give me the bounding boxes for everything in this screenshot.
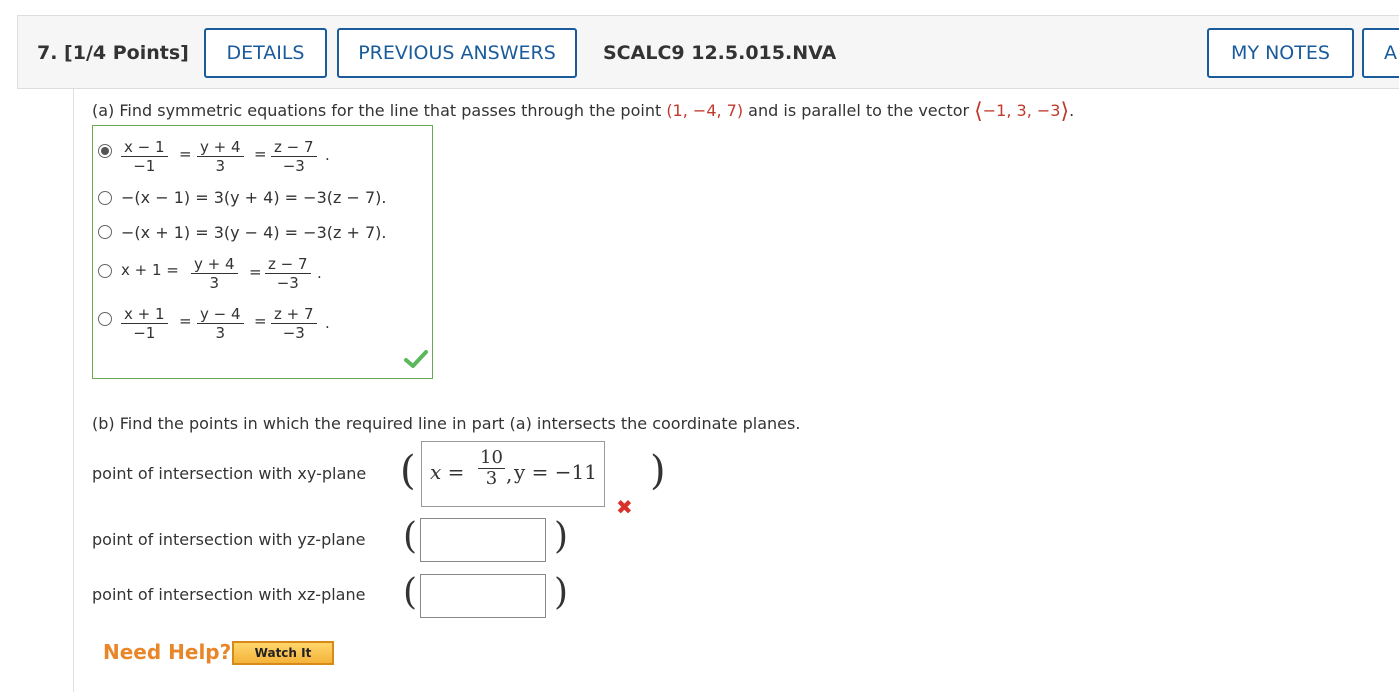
numerator: y − 4 <box>197 305 244 324</box>
open-paren: ( <box>400 448 416 494</box>
numerator: y + 4 <box>191 255 238 274</box>
previous-answers-button[interactable]: PREVIOUS ANSWERS <box>337 28 577 78</box>
open-paren: ( <box>403 516 418 557</box>
xy-plane-label: point of intersection with xy-plane <box>92 464 367 483</box>
watch-it-button[interactable]: Watch It <box>232 641 334 665</box>
xz-answer-field[interactable] <box>420 574 546 618</box>
numerator: z − 7 <box>271 138 317 157</box>
xy-answer-field[interactable]: x = 10 3 , y = −11 <box>421 441 605 507</box>
part-a-prompt-end: . <box>1069 101 1075 120</box>
ask-teacher-button[interactable]: A <box>1362 28 1399 78</box>
x-label: x = <box>430 460 465 484</box>
choice-4-frac-y: y + 4 3 <box>191 255 238 292</box>
part-a-prompt-mid: and is parallel to the vector <box>743 101 975 120</box>
yz-answer-field[interactable] <box>420 518 546 562</box>
need-help-label: Need Help? <box>103 640 232 664</box>
period: . <box>317 264 322 282</box>
denominator: −3 <box>282 324 305 342</box>
answer-choices-box: x − 1 −1 = y + 4 3 = z − 7 −3 . −(x − 1)… <box>92 125 433 379</box>
denominator: 3 <box>209 274 220 292</box>
x-denominator: 3 <box>485 468 498 489</box>
denominator: −3 <box>276 274 299 292</box>
y-value: y = −11 <box>514 460 597 484</box>
period: . <box>325 146 330 164</box>
numerator: x + 1 <box>121 305 168 324</box>
choice-1-radio[interactable] <box>98 144 112 158</box>
equals-sign: = <box>179 145 192 163</box>
point-value: (1, −4, 7) <box>666 101 744 120</box>
choice-1-frac-y: y + 4 3 <box>197 138 244 175</box>
choice-5-frac-z: z + 7 −3 <box>271 305 317 342</box>
part-a-prompt-start: (a) Find symmetric equations for the lin… <box>92 101 667 120</box>
question-number: 7. [1/4 Points] <box>37 42 189 64</box>
choice-5-frac-x: x + 1 −1 <box>121 305 168 342</box>
right-angle-bracket: ⟩ <box>1060 99 1070 124</box>
part-b-prompt: (b) Find the points in which the require… <box>92 414 801 433</box>
equals-sign: = <box>249 263 262 281</box>
denominator: 3 <box>215 324 226 342</box>
close-paren: ) <box>554 516 569 557</box>
numerator: y + 4 <box>197 138 244 157</box>
choice-2-text: −(x − 1) = 3(y + 4) = −3(z − 7). <box>121 188 387 207</box>
choice-1-frac-z: z − 7 −3 <box>271 138 317 175</box>
xz-plane-label: point of intersection with xz-plane <box>92 585 366 604</box>
numerator: x − 1 <box>121 138 168 157</box>
open-paren: ( <box>403 572 418 613</box>
x-numerator: 10 <box>478 447 505 469</box>
numerator: z − 7 <box>265 255 311 274</box>
choice-2-radio[interactable] <box>98 191 112 205</box>
vector-value: −1, 3, −3 <box>982 101 1061 120</box>
left-angle-bracket: ⟨ <box>974 99 983 124</box>
equals-sign: = <box>254 145 267 163</box>
equals-sign: = <box>254 312 267 330</box>
choice-5-frac-y: y − 4 3 <box>197 305 244 342</box>
part-a-prompt: (a) Find symmetric equations for the lin… <box>92 99 1074 124</box>
content-left-rule <box>73 89 74 692</box>
choice-1-frac-x: x − 1 −1 <box>121 138 168 175</box>
choice-3-text: −(x + 1) = 3(y − 4) = −3(z + 7). <box>121 223 387 242</box>
denominator: −1 <box>133 157 156 175</box>
my-notes-button[interactable]: MY NOTES <box>1207 28 1354 78</box>
close-paren: ) <box>650 448 666 494</box>
period: . <box>325 314 330 332</box>
choice-4-frac-z: z − 7 −3 <box>265 255 311 292</box>
x-mark-icon: ✖ <box>616 495 633 519</box>
choice-5-radio[interactable] <box>98 312 112 326</box>
denominator: −1 <box>133 324 156 342</box>
choice-4-radio[interactable] <box>98 264 112 278</box>
close-paren: ) <box>554 572 569 613</box>
choice-3-radio[interactable] <box>98 225 112 239</box>
denominator: 3 <box>215 157 226 175</box>
equals-sign: = <box>179 312 192 330</box>
choice-4-lead: x + 1 = <box>121 261 179 279</box>
question-code: SCALC9 12.5.015.NVA <box>603 42 837 64</box>
x-fraction: 10 3 <box>478 448 505 489</box>
details-button[interactable]: DETAILS <box>204 28 327 78</box>
numerator: z + 7 <box>271 305 317 324</box>
yz-plane-label: point of intersection with yz-plane <box>92 530 366 549</box>
denominator: −3 <box>282 157 305 175</box>
comma: , <box>506 462 513 486</box>
checkmark-icon <box>404 350 428 368</box>
